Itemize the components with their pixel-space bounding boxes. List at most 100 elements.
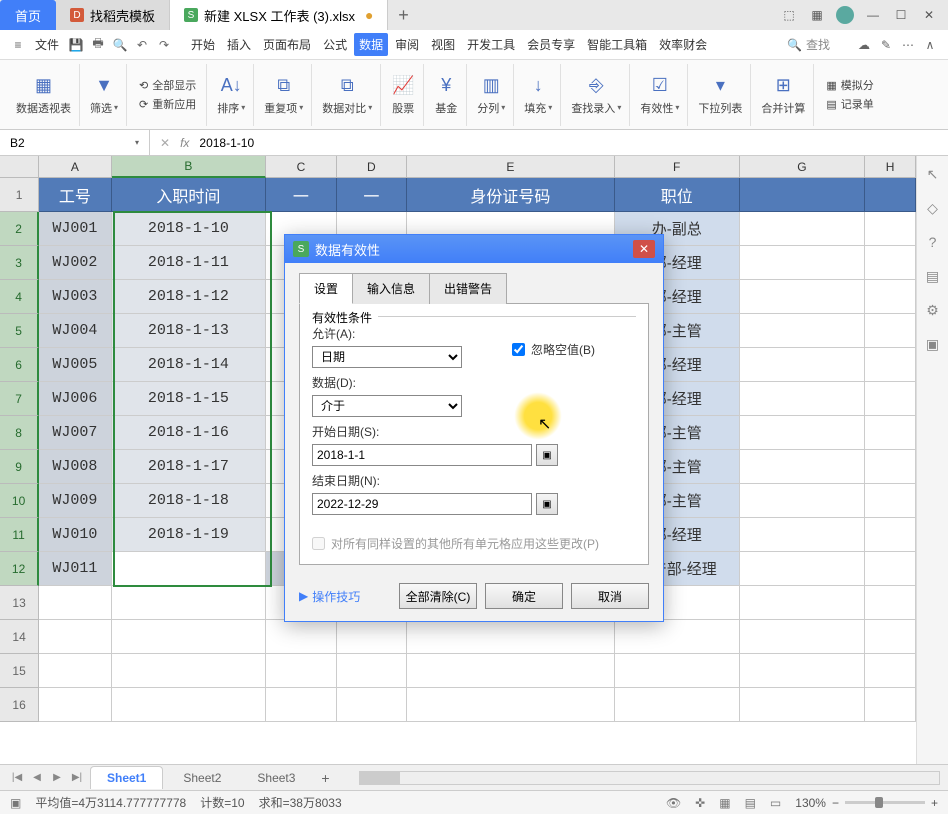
cell[interactable]: [266, 620, 336, 654]
apps-icon[interactable]: ▦: [808, 6, 826, 24]
cell[interactable]: [740, 484, 865, 518]
cell[interactable]: [266, 688, 336, 722]
select-all-corner[interactable]: [0, 156, 39, 178]
undo-icon[interactable]: ↶: [132, 35, 152, 55]
cell[interactable]: [740, 552, 865, 586]
row-header[interactable]: 2: [0, 212, 39, 246]
cell[interactable]: [865, 586, 916, 620]
cell[interactable]: [615, 654, 740, 688]
select-cursor-icon[interactable]: ↖: [923, 164, 943, 184]
cell[interactable]: [615, 688, 740, 722]
cell[interactable]: 2018-1-14: [112, 348, 267, 382]
cell[interactable]: [740, 314, 865, 348]
ribbon-pivot[interactable]: ▦ 数据透视表: [8, 64, 80, 126]
tab-template-store[interactable]: D 找稻壳模板: [56, 0, 170, 30]
col-header-A[interactable]: A: [39, 156, 111, 178]
end-date-input[interactable]: [312, 493, 532, 515]
cell[interactable]: [865, 314, 916, 348]
cell[interactable]: WJ003: [39, 280, 111, 314]
reapply-button[interactable]: ⟳重新应用: [137, 95, 198, 113]
cell[interactable]: [740, 654, 865, 688]
range-select-icon[interactable]: ▣: [536, 493, 558, 515]
col-header-E[interactable]: E: [407, 156, 614, 178]
user-avatar[interactable]: [836, 6, 854, 24]
share-icon[interactable]: ✎: [876, 35, 896, 55]
cell[interactable]: [865, 382, 916, 416]
sheet-tab-3[interactable]: Sheet3: [241, 767, 311, 789]
cell[interactable]: [865, 654, 916, 688]
cell[interactable]: 2018-1-15: [112, 382, 267, 416]
row-header[interactable]: 16: [0, 688, 39, 722]
cell[interactable]: [740, 348, 865, 382]
cell[interactable]: WJ007: [39, 416, 111, 450]
cell[interactable]: [112, 552, 267, 586]
cell[interactable]: [740, 620, 865, 654]
record-sheet-button[interactable]: ▤记录单: [824, 95, 875, 113]
cell[interactable]: [865, 484, 916, 518]
layout-icon[interactable]: ⬚: [780, 6, 798, 24]
cell[interactable]: [865, 416, 916, 450]
apply-all-checkbox[interactable]: 对所有同样设置的其他所有单元格应用这些更改(P): [312, 535, 636, 552]
dialog-close-button[interactable]: ✕: [633, 240, 655, 258]
ribbon-split[interactable]: ▥ 分列▾: [469, 64, 514, 126]
sheet-tab-2[interactable]: Sheet2: [167, 767, 237, 789]
row-header[interactable]: 5: [0, 314, 39, 348]
tab-document[interactable]: S 新建 XLSX 工作表 (3).xlsx ●: [170, 0, 388, 30]
ignore-blank-input[interactable]: [512, 343, 525, 356]
menu-devtools[interactable]: 开发工具: [462, 33, 520, 56]
zoom-out-icon[interactable]: −: [832, 796, 839, 810]
tab-home[interactable]: 首页: [0, 0, 56, 30]
row-header[interactable]: 15: [0, 654, 39, 688]
sheet-last-icon[interactable]: ▶|: [68, 769, 86, 787]
menu-start[interactable]: 开始: [186, 33, 220, 56]
print-icon[interactable]: 🖶: [88, 35, 108, 55]
col-header-G[interactable]: G: [740, 156, 865, 178]
cell[interactable]: [407, 620, 614, 654]
sheet-prev-icon[interactable]: ◀: [28, 769, 46, 787]
sheet-first-icon[interactable]: |◀: [8, 769, 26, 787]
filter-icon[interactable]: ▼: [92, 74, 116, 98]
formula-value[interactable]: 2018-1-10: [199, 136, 254, 150]
whatif-button[interactable]: ▦模拟分: [824, 76, 875, 94]
row-header[interactable]: 7: [0, 382, 39, 416]
start-date-input[interactable]: [312, 444, 532, 466]
menu-member[interactable]: 会员专享: [522, 33, 580, 56]
cell[interactable]: [740, 212, 865, 246]
help-icon[interactable]: ?: [923, 232, 943, 252]
file-menu[interactable]: 文件: [30, 33, 64, 56]
zoom-control[interactable]: 130% − +: [795, 796, 938, 810]
filter-label[interactable]: 筛选: [90, 100, 112, 116]
row-header[interactable]: 1: [0, 178, 39, 212]
cancel-edit-icon[interactable]: ✕: [160, 136, 170, 150]
cell[interactable]: [865, 552, 916, 586]
cell[interactable]: ⼀: [266, 178, 336, 212]
page-view-icon[interactable]: ▤: [745, 796, 756, 810]
cell[interactable]: WJ008: [39, 450, 111, 484]
cell[interactable]: WJ005: [39, 348, 111, 382]
cancel-button[interactable]: 取消: [571, 583, 649, 609]
cell[interactable]: [865, 518, 916, 552]
ribbon-compare[interactable]: ⧉ 数据对比▾: [314, 64, 381, 126]
new-tab-button[interactable]: +: [388, 0, 418, 30]
col-header-B[interactable]: B: [112, 156, 267, 178]
cell[interactable]: [865, 246, 916, 280]
cell[interactable]: [266, 654, 336, 688]
cell[interactable]: 工号: [39, 178, 111, 212]
cell[interactable]: 2018-1-13: [112, 314, 267, 348]
col-header-H[interactable]: H: [865, 156, 916, 178]
cell[interactable]: [407, 654, 614, 688]
cell[interactable]: 2018-1-12: [112, 280, 267, 314]
add-sheet-button[interactable]: +: [315, 768, 335, 788]
tab-settings[interactable]: 设置: [299, 273, 353, 304]
toolbox-icon[interactable]: ▤: [923, 266, 943, 286]
cell[interactable]: 2018-1-11: [112, 246, 267, 280]
ribbon-duplicates[interactable]: ⧉ 重复项▾: [256, 64, 312, 126]
menu-data[interactable]: 数据: [354, 33, 388, 56]
data-condition-select[interactable]: 介于: [312, 395, 462, 417]
save-icon[interactable]: 💾: [66, 35, 86, 55]
sheet-next-icon[interactable]: ▶: [48, 769, 66, 787]
cell[interactable]: 2018-1-10: [112, 212, 267, 246]
row-header[interactable]: 3: [0, 246, 39, 280]
minimize-button[interactable]: —: [864, 6, 882, 24]
col-header-C[interactable]: C: [266, 156, 336, 178]
